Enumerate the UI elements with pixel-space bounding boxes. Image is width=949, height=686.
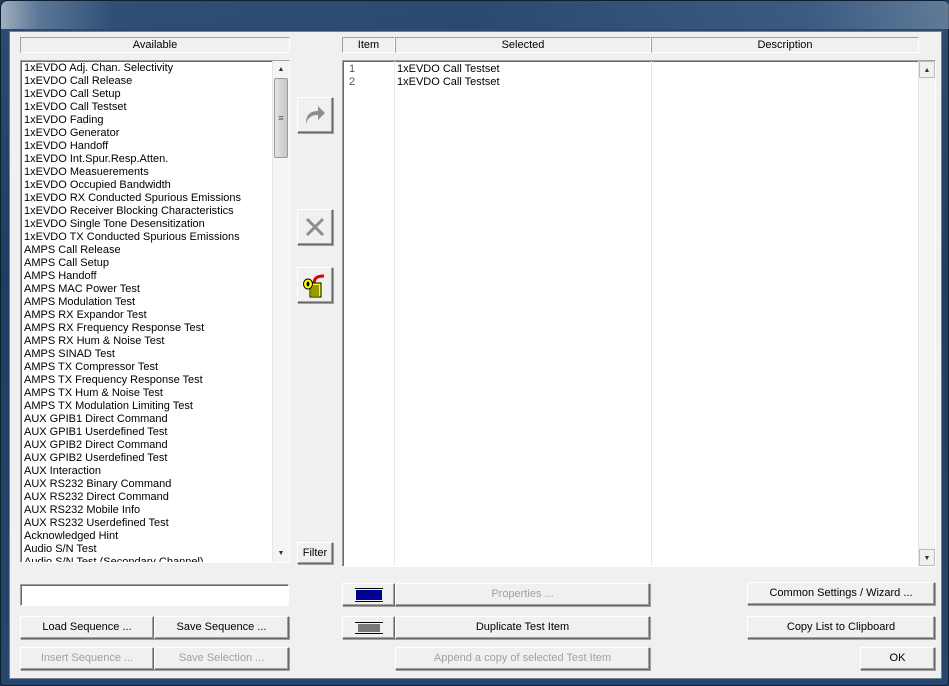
available-list-item[interactable]: AMPS Call Setup [21,257,289,270]
available-list-item[interactable]: Audio S/N Test [21,543,289,556]
ok-button[interactable]: OK [860,647,935,670]
filter-button[interactable]: Filter [297,542,333,564]
available-list-item[interactable]: AMPS RX Expandor Test [21,309,289,322]
load-sequence-button[interactable]: Load Sequence ... [20,616,154,639]
available-list-item[interactable]: AMPS Call Release [21,244,289,257]
available-list-item[interactable]: 1xEVDO RX Conducted Spurious Emissions [21,192,289,205]
available-list-item[interactable]: 1xEVDO Receiver Blocking Characteristics [21,205,289,218]
remove-from-selection-button[interactable] [297,209,333,245]
available-header: Available [20,37,290,53]
title-bar[interactable] [1,1,949,29]
available-list-item[interactable]: 1xEVDO TX Conducted Spurious Emissions [21,231,289,244]
scroll-thumb[interactable]: ≡ [274,78,288,158]
selected-column-header[interactable]: Selected [395,37,651,53]
properties-button[interactable]: Properties ... [395,583,650,606]
redo-arrow-icon [306,106,325,124]
scroll-down-button[interactable]: ▼ [273,545,289,562]
available-list-item[interactable]: AMPS RX Hum & Noise Test [21,335,289,348]
available-list-item[interactable]: 1xEVDO Adj. Chan. Selectivity [21,62,289,75]
available-list-item[interactable]: 1xEVDO Call Testset [21,101,289,114]
available-list-item[interactable]: AMPS Modulation Test [21,296,289,309]
available-list-item[interactable]: AMPS MAC Power Test [21,283,289,296]
column-divider [651,61,652,566]
available-list-item[interactable]: AUX RS232 Userdefined Test [21,517,289,530]
scroll-up-button[interactable]: ▲ [919,61,935,78]
scroll-up-button[interactable]: ▲ [273,61,289,78]
available-list-item[interactable]: 1xEVDO Occupied Bandwidth [21,179,289,192]
available-list-item[interactable]: AMPS TX Compressor Test [21,361,289,374]
available-list-item[interactable]: 1xEVDO Fading [21,114,289,127]
available-list-item[interactable]: AUX GPIB2 Direct Command [21,439,289,452]
dialog-client-area: Available 1xEVDO Adj. Chan. Selectivity 1… [9,31,942,679]
clear-selection-button[interactable] [297,267,333,303]
copy-list-to-clipboard-button[interactable]: Copy List to Clipboard [747,616,935,639]
available-list-item[interactable]: 1xEVDO Int.Spur.Resp.Atten. [21,153,289,166]
available-list-item[interactable]: AUX Interaction [21,465,289,478]
available-scrollbar[interactable]: ▲ ≡ ▼ [272,61,289,562]
item-number: 1 [349,63,356,75]
selected-test-name: 1xEVDO Call Testset [397,63,500,75]
color-swatch-icon [354,587,383,602]
available-list-item[interactable]: AMPS Handoff [21,270,289,283]
save-selection-button[interactable]: Save Selection ... [154,647,289,670]
item-column-header[interactable]: Item [342,37,395,53]
scroll-down-button[interactable]: ▼ [919,549,935,566]
available-list-item[interactable]: AUX GPIB1 Direct Command [21,413,289,426]
description-column-header[interactable]: Description [651,37,919,53]
available-list-item[interactable]: AUX RS232 Binary Command [21,478,289,491]
add-to-selection-button[interactable] [297,97,333,133]
duplicate-test-item-button[interactable]: Duplicate Test Item [395,616,650,639]
available-list-item[interactable]: AMPS TX Modulation Limiting Test [21,400,289,413]
available-list[interactable]: 1xEVDO Adj. Chan. Selectivity 1xEVDO Call… [20,60,290,563]
available-list-item[interactable]: 1xEVDO Measuerements [21,166,289,179]
available-list-item[interactable]: AUX RS232 Mobile Info [21,504,289,517]
column-divider [394,61,395,566]
insert-sequence-button[interactable]: Insert Sequence ... [20,647,154,670]
available-list-item[interactable]: AMPS TX Hum & Noise Test [21,387,289,400]
trash-can-icon [303,274,325,298]
selected-table-row[interactable]: 1 1xEVDO Call Testset [343,63,935,76]
available-list-item[interactable]: AUX RS232 Direct Command [21,491,289,504]
available-items: 1xEVDO Adj. Chan. Selectivity 1xEVDO Call… [21,61,289,562]
available-list-item[interactable]: AUX GPIB1 Userdefined Test [21,426,289,439]
selected-scrollbar[interactable]: ▲ ▼ [918,61,935,566]
available-list-item[interactable]: AMPS RX Frequency Response Test [21,322,289,335]
color-swatch-button[interactable] [342,583,395,606]
lines-icon [354,621,383,634]
selected-test-name: 1xEVDO Call Testset [397,76,500,88]
save-sequence-button[interactable]: Save Sequence ... [154,616,289,639]
selected-rows: 1 1xEVDO Call Testset 2 1xEVDO Call Testset [343,61,935,89]
available-list-item[interactable]: 1xEVDO Single Tone Desensitization [21,218,289,231]
window-frame: Available 1xEVDO Adj. Chan. Selectivity 1… [0,0,949,686]
item-number: 2 [349,76,356,88]
available-list-item[interactable]: 1xEVDO Handoff [21,140,289,153]
filter-input[interactable] [20,584,289,606]
available-list-item[interactable]: Acknowledged Hint [21,530,289,543]
available-list-item[interactable]: AUX GPIB2 Userdefined Test [21,452,289,465]
x-delete-icon [305,217,325,237]
append-copy-button[interactable]: Append a copy of selected Test Item [395,647,650,670]
available-list-item[interactable]: 1xEVDO Call Release [21,75,289,88]
available-list-item[interactable]: Audio S/N Test (Secondary Channel) [21,556,289,562]
common-settings-wizard-button[interactable]: Common Settings / Wizard ... [747,582,935,605]
available-list-item[interactable]: 1xEVDO Call Setup [21,88,289,101]
available-list-item[interactable]: AMPS TX Frequency Response Test [21,374,289,387]
selected-table-row[interactable]: 2 1xEVDO Call Testset [343,76,935,89]
available-list-item[interactable]: 1xEVDO Generator [21,127,289,140]
available-list-item[interactable]: AMPS SINAD Test [21,348,289,361]
selected-list[interactable]: 1 1xEVDO Call Testset 2 1xEVDO Call Testset… [342,60,936,567]
line-style-button[interactable] [342,616,395,639]
